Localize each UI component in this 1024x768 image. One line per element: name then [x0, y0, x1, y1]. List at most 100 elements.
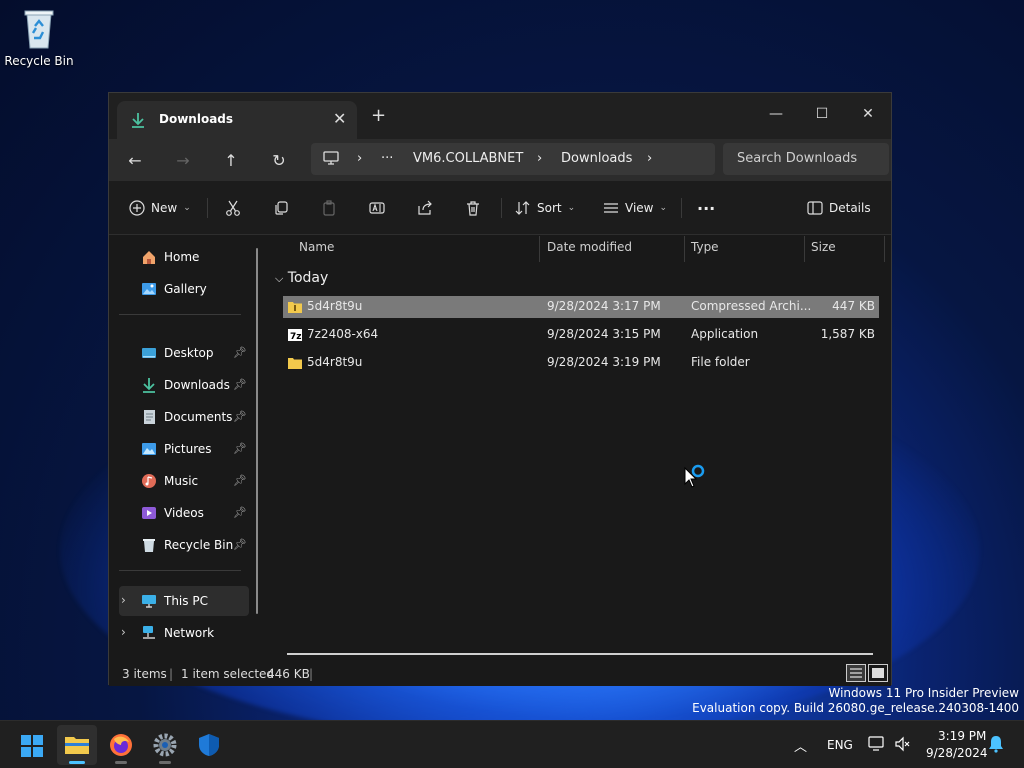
search-placeholder: Search Downloads: [737, 151, 858, 166]
minimize-button[interactable]: —: [753, 99, 799, 129]
toolbar-separator: [207, 198, 208, 218]
pin-icon[interactable]: 📌︎: [233, 346, 247, 359]
column-divider[interactable]: [804, 236, 805, 262]
downloads-folder-icon: [141, 377, 157, 393]
forward-arrow-icon[interactable]: →: [169, 147, 197, 175]
network-status-icon[interactable]: [868, 735, 886, 756]
view-button[interactable]: View ⌄: [603, 193, 667, 223]
pin-icon[interactable]: 📌︎: [233, 474, 247, 487]
up-arrow-icon[interactable]: ↑: [217, 147, 245, 175]
breadcrumb-vm6-collabnet[interactable]: VM6.COLLABNET: [413, 151, 523, 166]
this-pc-icon: [141, 593, 157, 609]
volume-muted-icon[interactable]: [894, 735, 912, 756]
navigation-bar: ← → ↑ ↻ › ··· VM6.COLLABNET › Downloads …: [109, 139, 891, 181]
group-header-today[interactable]: ⌵ Today: [275, 270, 328, 286]
breadcrumb-downloads[interactable]: Downloads: [561, 151, 632, 166]
file-date: 9/28/2024 3:17 PM: [547, 299, 661, 313]
chevron-right-icon[interactable]: ›: [121, 625, 126, 639]
details-pane-button[interactable]: Details: [807, 193, 871, 223]
column-divider[interactable]: [684, 236, 685, 262]
command-bar: New ⌄ Sort ⌄ View ⌄ ··· Details: [109, 181, 891, 235]
sidebar-item-videos[interactable]: Videos 📌︎: [119, 498, 249, 528]
show-hidden-icons-chevron-icon[interactable]: ︿: [794, 736, 807, 755]
desktop-recycle-bin[interactable]: Recycle Bin: [4, 6, 74, 68]
pin-icon[interactable]: 📌︎: [233, 378, 247, 391]
paste-icon: [321, 200, 337, 216]
clock-time[interactable]: 3:19 PM: [938, 729, 986, 743]
back-arrow-icon[interactable]: ←: [121, 147, 149, 175]
sort-icon: [515, 200, 531, 216]
clock-date[interactable]: 9/28/2024: [926, 746, 988, 760]
sort-button[interactable]: Sort ⌄: [515, 193, 575, 223]
start-button[interactable]: [12, 725, 52, 765]
column-header-size[interactable]: Size: [811, 240, 836, 254]
horizontal-scrollbar[interactable]: [287, 653, 873, 655]
column-divider[interactable]: [539, 236, 540, 262]
sidebar-item-network[interactable]: › Network: [119, 618, 249, 648]
pin-icon[interactable]: 📌︎: [233, 410, 247, 423]
taskbar-settings[interactable]: [145, 725, 185, 765]
sidebar-item-gallery[interactable]: Gallery: [119, 274, 249, 304]
active-indicator: [69, 761, 85, 764]
file-row[interactable]: 5d4r8t9u 9/28/2024 3:17 PM Compressed Ar…: [283, 296, 879, 318]
taskbar-defender[interactable]: [189, 725, 229, 765]
copy-button[interactable]: [273, 193, 289, 223]
sidebar-item-music[interactable]: Music 📌︎: [119, 466, 249, 496]
chevron-right-icon[interactable]: ›: [121, 593, 126, 607]
file-date: 9/28/2024 3:15 PM: [547, 327, 661, 341]
sidebar-item-documents[interactable]: Documents 📌︎: [119, 402, 249, 432]
taskbar-file-explorer[interactable]: [57, 725, 97, 765]
tab-downloads[interactable]: Downloads ✕: [117, 101, 357, 139]
pin-icon[interactable]: 📌︎: [233, 506, 247, 519]
close-button[interactable]: ✕: [845, 99, 891, 129]
sidebar-item-label: Downloads: [164, 378, 230, 392]
recycle-bin-label: Recycle Bin: [4, 54, 74, 68]
file-type: Compressed Archi...: [691, 299, 812, 313]
breadcrumb-overflow[interactable]: ···: [381, 151, 393, 166]
sidebar-scrollbar[interactable]: [256, 248, 258, 614]
new-tab-button[interactable]: +: [371, 105, 386, 126]
sidebar-item-downloads[interactable]: Downloads 📌︎: [119, 370, 249, 400]
defender-icon: [198, 733, 220, 760]
paste-button[interactable]: [321, 193, 337, 223]
file-row[interactable]: 5d4r8t9u 9/28/2024 3:19 PM File folder: [283, 352, 879, 374]
column-header-type[interactable]: Type: [691, 240, 719, 254]
rename-button[interactable]: [369, 193, 385, 223]
address-bar[interactable]: › ··· VM6.COLLABNET › Downloads ›: [311, 143, 715, 175]
refresh-icon[interactable]: ↻: [265, 147, 293, 175]
column-header-date[interactable]: Date modified: [547, 240, 632, 254]
sidebar-item-recycle-bin[interactable]: Recycle Bin 📌︎: [119, 530, 249, 560]
share-button[interactable]: [417, 193, 433, 223]
column-header-name[interactable]: Name: [299, 240, 334, 254]
tiles-view-icon[interactable]: [868, 664, 888, 682]
maximize-button[interactable]: ☐: [799, 99, 845, 129]
running-indicator: [115, 761, 127, 764]
notifications-bell-icon[interactable]: [988, 735, 1004, 756]
breadcrumb-chevron-icon[interactable]: ›: [647, 151, 652, 166]
column-divider[interactable]: [884, 236, 885, 262]
input-language-indicator[interactable]: ENG: [827, 738, 853, 752]
cut-button[interactable]: [225, 193, 241, 223]
file-row[interactable]: 7z 7z2408-x64 9/28/2024 3:15 PM Applicat…: [283, 324, 879, 346]
delete-button[interactable]: [465, 193, 481, 223]
close-tab-icon[interactable]: ✕: [333, 109, 346, 128]
music-folder-icon: [141, 473, 157, 489]
new-button[interactable]: New ⌄: [129, 193, 191, 223]
sidebar-item-desktop[interactable]: Desktop 📌︎: [119, 338, 249, 368]
details-view-icon[interactable]: [846, 664, 866, 682]
sidebar-item-pictures[interactable]: Pictures 📌︎: [119, 434, 249, 464]
selection-size: 446 KB: [267, 667, 310, 681]
sidebar-item-home[interactable]: Home: [119, 242, 249, 272]
sidebar-item-this-pc[interactable]: › This PC: [119, 586, 249, 616]
taskbar-firefox[interactable]: [101, 725, 141, 765]
search-input[interactable]: Search Downloads: [723, 143, 889, 175]
more-options-button[interactable]: ···: [697, 193, 715, 223]
pin-icon[interactable]: 📌︎: [233, 538, 247, 551]
chevron-down-icon: ⌵: [275, 272, 284, 285]
pictures-folder-icon: [141, 441, 157, 457]
pin-icon[interactable]: 📌︎: [233, 442, 247, 455]
sidebar-item-label: Home: [164, 250, 200, 264]
watermark-line-1: Windows 11 Pro Insider Preview: [828, 686, 1019, 700]
selection-count: 1 item selected: [181, 667, 275, 681]
desktop-folder-icon: [141, 345, 157, 361]
